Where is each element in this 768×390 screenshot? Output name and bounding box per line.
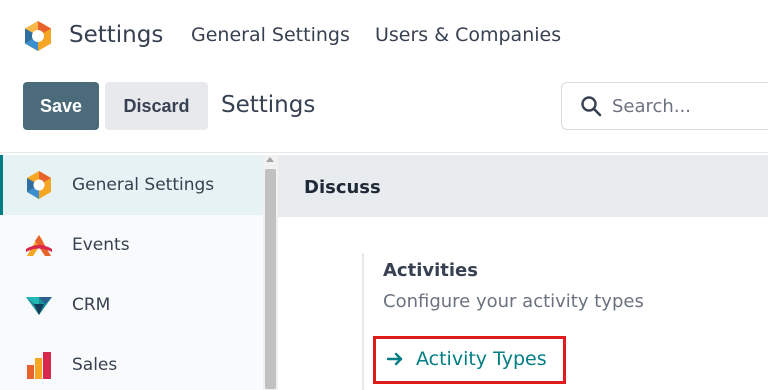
nav-item-general-settings[interactable]: General Settings bbox=[191, 24, 350, 46]
activity-types-link[interactable]: Activity Types bbox=[386, 348, 547, 370]
setting-left-border bbox=[362, 253, 364, 390]
sidebar-item-general-settings[interactable]: General Settings bbox=[0, 155, 263, 215]
setting-description: Configure your activity types bbox=[383, 291, 644, 312]
nav-item-users-companies[interactable]: Users & Companies bbox=[375, 24, 561, 46]
save-button[interactable]: Save bbox=[23, 82, 99, 130]
section-header: Discuss bbox=[278, 155, 768, 217]
setting-title: Activities bbox=[383, 260, 478, 281]
discard-button[interactable]: Discard bbox=[105, 82, 208, 130]
general-settings-icon bbox=[27, 171, 51, 199]
header-divider bbox=[0, 152, 768, 153]
sidebar-item-label: CRM bbox=[72, 295, 111, 315]
sidebar-item-label: Events bbox=[72, 235, 130, 255]
search-box[interactable] bbox=[561, 82, 768, 130]
settings-app-logo-icon[interactable] bbox=[22, 20, 54, 52]
sidebar-item-label: Sales bbox=[72, 355, 118, 375]
sidebar-scrollbar[interactable] bbox=[263, 155, 278, 390]
app-name[interactable]: Settings bbox=[69, 22, 163, 48]
search-input[interactable] bbox=[612, 92, 768, 120]
sidebar-item-label: General Settings bbox=[72, 175, 215, 195]
sales-icon bbox=[27, 352, 51, 379]
events-icon bbox=[26, 235, 52, 256]
top-navbar: Settings General Settings Users & Compan… bbox=[0, 0, 768, 72]
scroll-thumb[interactable] bbox=[265, 169, 276, 389]
breadcrumb: Settings bbox=[221, 92, 316, 118]
scroll-up-arrow-icon[interactable] bbox=[266, 157, 274, 162]
sidebar-item-events[interactable]: Events bbox=[0, 215, 263, 275]
sidebar-item-crm[interactable]: CRM bbox=[0, 275, 263, 335]
arrow-right-icon bbox=[386, 352, 403, 366]
section-title: Discuss bbox=[304, 177, 381, 198]
sidebar-item-sales[interactable]: Sales bbox=[0, 335, 263, 390]
activity-types-link-label: Activity Types bbox=[416, 348, 547, 370]
settings-sidebar: General Settings Events CRM Sales bbox=[0, 155, 278, 390]
crm-icon bbox=[26, 297, 52, 315]
search-icon bbox=[581, 96, 602, 117]
